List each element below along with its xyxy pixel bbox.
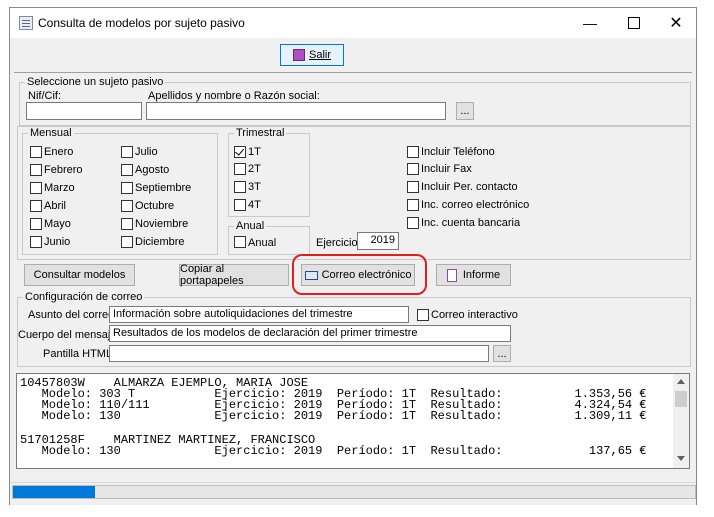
top-separator [14,72,692,73]
report-button[interactable]: Informe [436,264,511,286]
checkbox-septiembre[interactable] [121,182,133,194]
checkbox-abril[interactable] [30,200,42,212]
label-anual: Anual [248,237,277,249]
consult-models-button[interactable]: Consultar modelos [24,264,135,286]
results-textarea[interactable]: 10457803W ALMARZA EJEMPLO, MARIA JOSE Mo… [16,373,690,469]
checkbox-noviembre[interactable] [121,218,133,230]
label-interactive-mail: Correo interactivo [431,309,518,321]
label-junio: Junio [44,236,71,248]
label-marzo: Marzo [44,182,75,194]
subject-group-title: Seleccione un sujeto pasivo [25,76,166,88]
vertical-scrollbar[interactable] [673,374,689,468]
label-include-phone: Incluir Teléfono [421,146,495,158]
checkbox-marzo[interactable] [30,182,42,194]
scroll-down-icon[interactable] [677,456,685,461]
label-enero: Enero [44,146,74,158]
close-button[interactable]: ✕ [653,8,699,38]
exit-button[interactable]: Salir [280,44,344,66]
mail-group-title: Configuración de correo [23,291,145,303]
label-diciembre: Diciembre [135,236,185,248]
label-1t: 1T [248,146,261,158]
report-button-label: Informe [462,269,501,281]
checkbox-mayo[interactable] [30,218,42,230]
label-septiembre: Septiembre [135,182,192,194]
checkbox-1t[interactable] [234,146,246,158]
label-noviembre: Noviembre [135,218,189,230]
scroll-up-icon[interactable] [677,379,685,384]
checkbox-diciembre[interactable] [121,236,133,248]
minimize-icon: — [583,15,597,31]
label-julio: Julio [135,146,158,158]
mail-subject-input[interactable]: Información sobre autoliquidaciones del … [109,306,409,323]
checkbox-interactive-mail[interactable] [417,309,429,321]
label-include-bank: Inc. cuenta bancaria [421,217,521,229]
progress-bar [12,485,696,499]
subject-browse-button[interactable]: ... [456,102,474,120]
label-mayo: Mayo [44,218,71,230]
exit-icon [292,49,305,61]
minimize-button[interactable]: — [567,8,613,38]
checkbox-julio[interactable] [121,146,133,158]
progress-fill [13,486,95,498]
app-icon [19,16,33,30]
maximize-button[interactable] [611,8,657,38]
quarterly-title: Trimestral [234,127,287,139]
label-octubre: Octubre [135,200,175,212]
label-2t: 2T [248,163,261,175]
envelope-icon [304,270,318,280]
checkbox-2t[interactable] [234,163,246,175]
checkbox-3t[interactable] [234,181,246,193]
checkbox-include-fax[interactable] [407,163,419,175]
email-button[interactable]: Correo electrónico [301,264,415,286]
monthly-title: Mensual [28,127,74,139]
checkbox-agosto[interactable] [121,164,133,176]
label-4t: 4T [248,199,261,211]
exercise-label: Ejercicio: [316,237,361,249]
checkbox-include-email[interactable] [407,199,419,211]
result-line: Modelo: 130 Ejercicio: 2019 Período: 1T … [20,409,647,423]
copy-clipboard-button[interactable]: Copiar al portapapeles [179,263,289,287]
nif-label: Nif/Cif: [28,90,61,102]
exit-label: Salir [308,49,331,61]
label-include-contact: Incluir Per. contacto [421,181,518,193]
checkbox-anual[interactable] [234,236,246,248]
html-template-label: Pantilla HTML: [43,348,116,360]
label-include-email: Inc. correo electrónico [421,199,530,211]
label-include-fax: Incluir Fax [421,163,472,175]
window-title: Consulta de modelos por sujeto pasivo [38,16,245,30]
checkbox-4t[interactable] [234,199,246,211]
template-browse-button[interactable]: ... [493,345,511,362]
scrollbar-thumb[interactable] [675,391,687,407]
name-label: Apellidos y nombre o Razón social: [148,90,320,102]
mail-body-label: Cuerpo del mensaje: [18,329,120,341]
checkbox-enero[interactable] [30,146,42,158]
report-icon [446,268,457,282]
label-abril: Abril [44,200,67,212]
exercise-input[interactable]: 2019 [357,232,399,250]
label-febrero: Febrero [44,164,83,176]
checkbox-febrero[interactable] [30,164,42,176]
email-button-label: Correo electrónico [321,269,412,281]
result-line: Modelo: 130 Ejercicio: 2019 Período: 1T … [20,444,647,458]
name-input[interactable] [146,102,446,120]
checkbox-include-contact[interactable] [407,181,419,193]
mail-body-input[interactable]: Resultados de los modelos de declaración… [109,325,511,342]
annual-title: Anual [234,220,267,232]
checkbox-octubre[interactable] [121,200,133,212]
checkbox-include-phone[interactable] [407,146,419,158]
label-agosto: Agosto [135,164,170,176]
maximize-icon [628,17,640,29]
label-3t: 3T [248,181,261,193]
mail-subject-label: Asunto del correo: [28,309,118,321]
checkbox-junio[interactable] [30,236,42,248]
html-template-input[interactable] [109,345,489,362]
nif-input[interactable] [26,102,142,120]
checkbox-include-bank[interactable] [407,217,419,229]
close-icon: ✕ [669,15,683,32]
